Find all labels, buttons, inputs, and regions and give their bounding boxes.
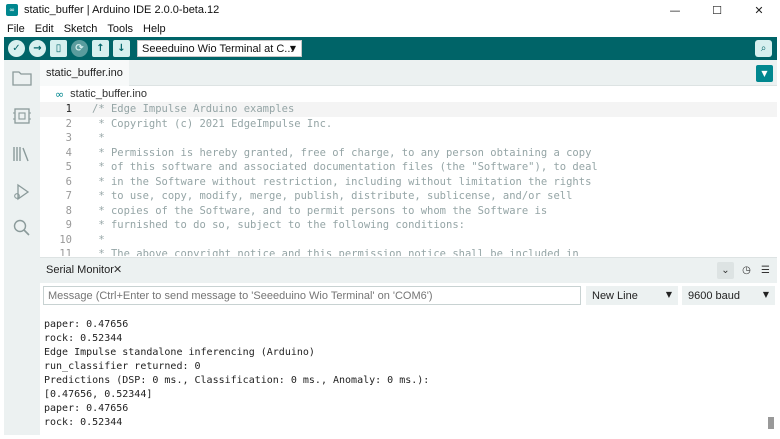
- title-bar: ∞ static_buffer | Arduino IDE 2.0.0-beta…: [0, 0, 780, 20]
- code-text: /* Edge Impulse Arduino examples: [92, 103, 295, 115]
- menu-sketch[interactable]: Sketch: [64, 23, 98, 35]
- minimize-button[interactable]: —: [654, 0, 696, 20]
- code-text: * of this software and associated docume…: [92, 161, 598, 173]
- serial-monitor-button[interactable]: ⌕: [755, 40, 772, 57]
- code-line: 8 * copies of the Software, and to permi…: [40, 204, 777, 219]
- code-line: 5 * of this software and associated docu…: [40, 160, 777, 175]
- window-title: static_buffer | Arduino IDE 2.0.0-beta.1…: [24, 4, 220, 16]
- code-line: 1 /* Edge Impulse Arduino examples: [40, 102, 777, 117]
- line-number: 2: [65, 117, 72, 130]
- line-number: 5: [65, 161, 72, 173]
- line-number: 10: [59, 233, 72, 246]
- code-editor[interactable]: 1 /* Edge Impulse Arduino examples 2 * Co…: [40, 102, 777, 256]
- line-number: 11: [59, 248, 72, 256]
- serial-input-bar: New Line ▼ 9600 baud ▼: [40, 283, 777, 309]
- line-number: 6: [65, 175, 72, 188]
- code-text: *: [92, 132, 105, 144]
- tab-menu-button[interactable]: ▼: [756, 65, 773, 82]
- line-number: 9: [65, 219, 72, 231]
- chevron-down-icon: ▼: [289, 44, 296, 53]
- breadcrumb: ∞ static_buffer.ino: [55, 87, 147, 101]
- debug-button[interactable]: ⟳: [71, 40, 88, 57]
- menu-file[interactable]: File: [7, 23, 25, 35]
- code-line: 10 *: [40, 233, 777, 248]
- sketch-file-icon: ∞: [55, 87, 65, 101]
- arduino-app-icon: ∞: [6, 4, 18, 16]
- search-icon[interactable]: [12, 218, 32, 238]
- code-text: * Copyright (c) 2021 EdgeImpulse Inc.: [92, 117, 333, 130]
- folder-icon[interactable]: [12, 68, 32, 88]
- library-icon[interactable]: [12, 144, 32, 164]
- board-selector[interactable]: Seeeduino Wio Terminal at C... ▼: [137, 40, 302, 57]
- tab-static-buffer[interactable]: static_buffer.ino: [40, 60, 129, 86]
- debug-icon[interactable]: [12, 182, 32, 202]
- output-line: paper: 0.47656: [44, 319, 129, 330]
- output-line: paper: 0.47656: [44, 403, 129, 414]
- output-line: [0.47656, 0.52344]: [44, 389, 153, 400]
- output-line: rock: 0.52344: [44, 417, 123, 428]
- code-text: * in the Software without restriction, i…: [92, 175, 592, 188]
- code-line: 6 * in the Software without restriction,…: [40, 175, 777, 190]
- maximize-button[interactable]: ☐: [696, 0, 738, 20]
- line-number: 1: [65, 103, 72, 115]
- window-controls: — ☐ ✕: [654, 0, 780, 20]
- output-line: run_classifier returned: 0: [44, 361, 201, 372]
- code-line: 11 * The above copyright notice and this…: [40, 247, 777, 256]
- chevron-down-icon: ▼: [665, 290, 672, 299]
- code-line: 2 * Copyright (c) 2021 EdgeImpulse Inc.: [40, 117, 777, 132]
- code-line: 3 *: [40, 131, 777, 146]
- code-line: 7 * to use, copy, modify, merge, publish…: [40, 189, 777, 204]
- code-text: * The above copyright notice and this pe…: [92, 248, 579, 256]
- output-line: Edge Impulse standalone inferencing (Ard…: [44, 347, 315, 358]
- menu-tools[interactable]: Tools: [107, 23, 133, 35]
- menu-bar: File Edit Sketch Tools Help: [0, 21, 780, 37]
- serial-monitor-title[interactable]: Serial Monitor: [46, 264, 114, 276]
- upload-button[interactable]: →: [29, 40, 46, 57]
- collapse-icon[interactable]: ⌄: [717, 262, 734, 279]
- serial-output[interactable]: paper: 0.47656 rock: 0.52344 Edge Impuls…: [40, 309, 777, 435]
- chevron-down-icon: ▼: [762, 290, 769, 299]
- line-ending-value: New Line: [592, 289, 638, 302]
- menu-help[interactable]: Help: [143, 23, 166, 35]
- code-text: * Permission is hereby granted, free of …: [92, 146, 592, 159]
- output-scrollbar[interactable]: [768, 417, 774, 429]
- save-button[interactable]: ↓: [113, 40, 130, 57]
- clear-output-icon[interactable]: ☰: [757, 262, 774, 279]
- toolbar: ✓ → ▯ ⟳ ↑ ↓ Seeeduino Wio Terminal at C.…: [4, 37, 777, 60]
- breadcrumb-file[interactable]: static_buffer.ino: [70, 88, 147, 100]
- board-icon[interactable]: [12, 106, 32, 126]
- baud-rate-select[interactable]: 9600 baud ▼: [682, 286, 775, 305]
- menu-edit[interactable]: Edit: [35, 23, 54, 35]
- code-text: * furnished to do so, subject to the fol…: [92, 219, 465, 231]
- code-text: * copies of the Software, and to permit …: [92, 204, 548, 217]
- baud-rate-value: 9600 baud: [688, 289, 740, 302]
- serial-monitor-header: Serial Monitor ✕ ⌄ ◷ ☰: [40, 257, 777, 283]
- line-number: 4: [65, 146, 72, 159]
- line-ending-select[interactable]: New Line ▼: [586, 286, 678, 305]
- line-number: 7: [65, 190, 72, 202]
- output-line: Predictions (DSP: 0 ms., Classification:…: [44, 375, 430, 386]
- serial-message-input[interactable]: [43, 286, 581, 305]
- code-text: *: [92, 233, 105, 246]
- editor-tab-bar: static_buffer.ino ▼: [40, 60, 777, 86]
- timestamp-icon[interactable]: ◷: [738, 262, 755, 279]
- code-text: * to use, copy, modify, merge, publish, …: [92, 190, 573, 202]
- open-button[interactable]: ↑: [92, 40, 109, 57]
- board-selector-label: Seeeduino Wio Terminal at C...: [142, 42, 294, 55]
- line-number: 8: [65, 204, 72, 217]
- code-line: 4 * Permission is hereby granted, free o…: [40, 146, 777, 161]
- line-number: 3: [65, 132, 72, 144]
- new-sketch-button[interactable]: ▯: [50, 40, 67, 57]
- close-icon[interactable]: ✕: [113, 263, 122, 276]
- activity-sidebar: [4, 60, 40, 435]
- output-line: rock: 0.52344: [44, 333, 123, 344]
- verify-button[interactable]: ✓: [8, 40, 25, 57]
- close-window-button[interactable]: ✕: [738, 0, 780, 20]
- code-line: 9 * furnished to do so, subject to the f…: [40, 218, 777, 233]
